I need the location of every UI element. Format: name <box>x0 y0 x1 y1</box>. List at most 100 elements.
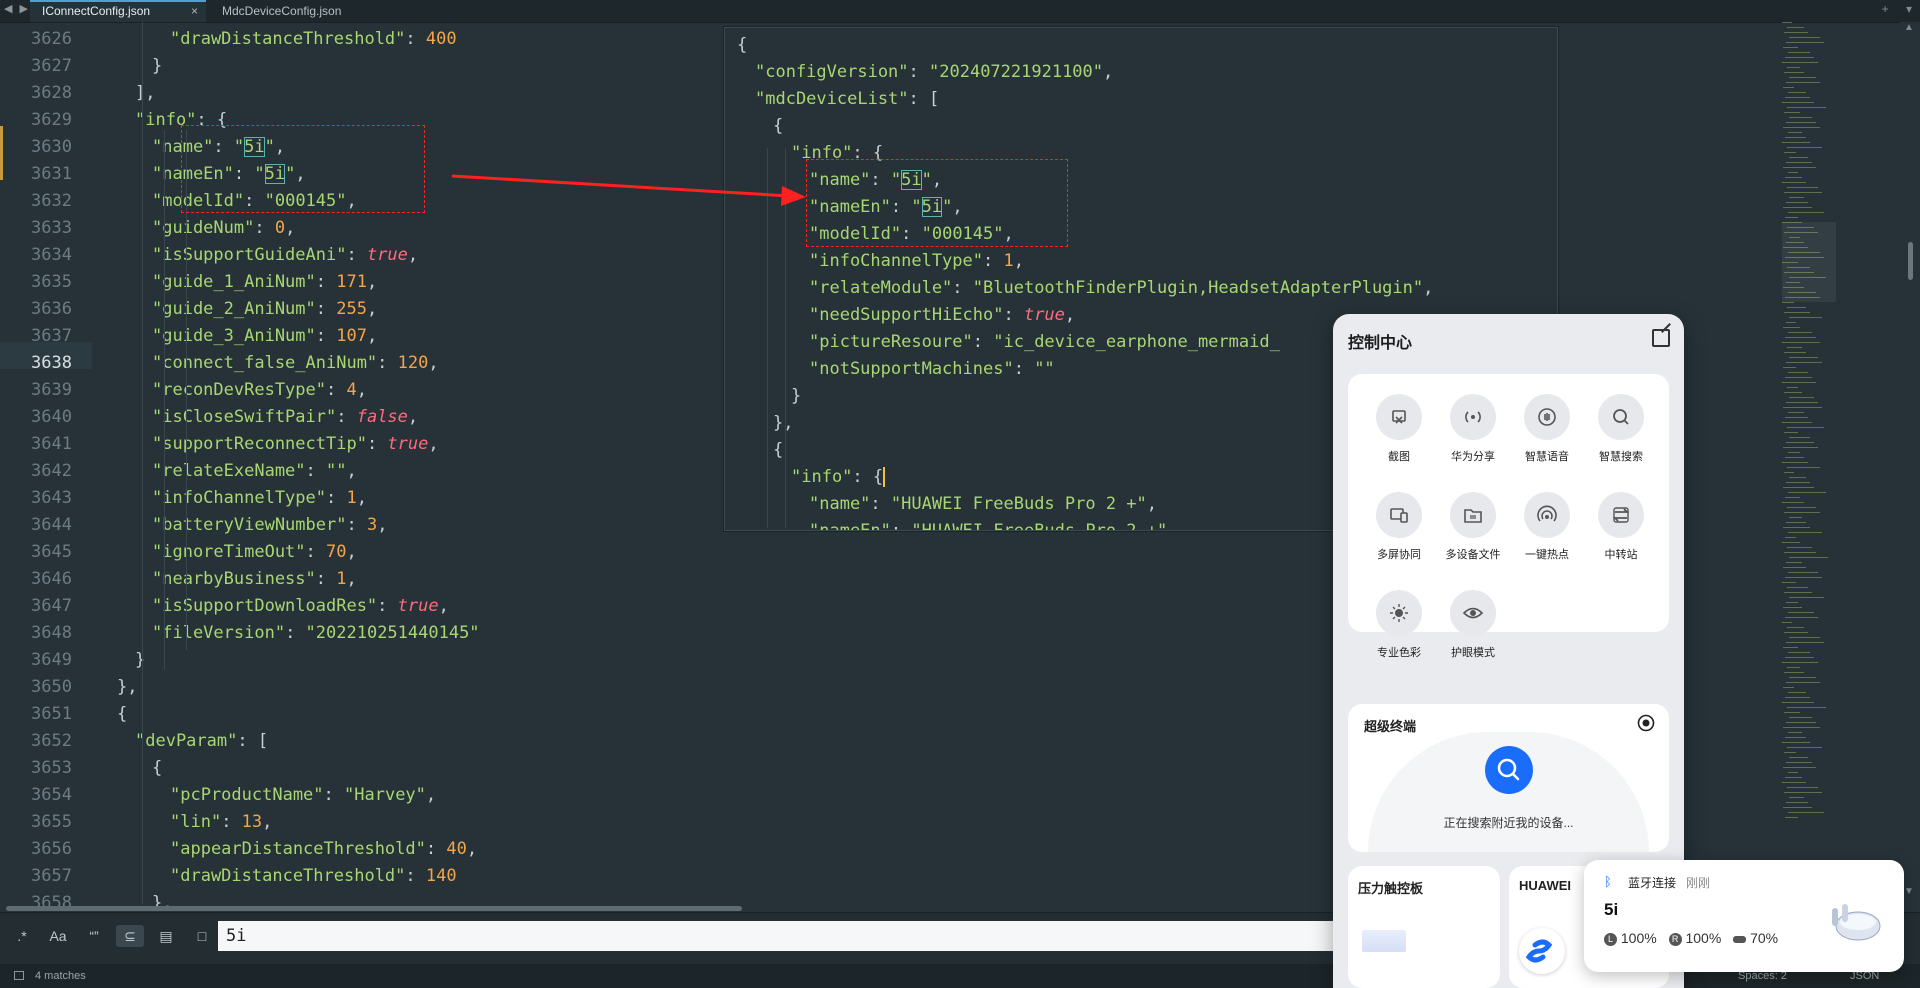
edit-icon[interactable] <box>1652 329 1670 347</box>
share-icon <box>1450 394 1496 440</box>
minimap-line <box>1783 527 1810 528</box>
minimap-line <box>1789 157 1808 158</box>
minimap-line <box>1789 437 1810 438</box>
minimap-line <box>1785 377 1812 378</box>
color-icon <box>1376 590 1422 636</box>
super-terminal-card: 超级终端 正在搜索附近我的设备... <box>1348 704 1669 852</box>
minimap-line <box>1782 702 1814 703</box>
whole-word-toggle[interactable]: “” <box>80 925 108 947</box>
minimap-line <box>1789 77 1816 78</box>
quick-toggle-files[interactable]: 多设备文件 <box>1436 492 1510 562</box>
minimap-line <box>1786 682 1820 683</box>
minimap-line <box>1783 127 1820 128</box>
minimap-line <box>1787 507 1816 508</box>
minimap-line <box>1789 397 1814 398</box>
minimap-line <box>1787 547 1812 548</box>
minimap-line <box>1789 117 1812 118</box>
minimap-line <box>1786 522 1806 523</box>
minimap-line <box>1785 177 1802 178</box>
minimap-line <box>1782 662 1818 663</box>
case-sensitive-toggle[interactable]: Aa <box>44 925 72 947</box>
quick-toggle-label: 截图 <box>1388 451 1410 463</box>
quick-toggle-search[interactable]: 智慧搜索 <box>1584 394 1658 464</box>
minimap-line <box>1782 342 1820 343</box>
quick-toggle-transfer[interactable]: 中转站 <box>1584 492 1658 562</box>
quick-toggle-color[interactable]: 专业色彩 <box>1362 590 1436 660</box>
minimap-line <box>1783 567 1806 568</box>
bluetooth-notification[interactable]: ᛒ 蓝牙连接 刚刚 5i L 100% R 100% 70% <box>1584 860 1904 972</box>
left-earbud-icon: L <box>1604 932 1617 946</box>
minimap-line <box>1784 392 1802 393</box>
quick-toggle-voice[interactable]: 智慧语音 <box>1510 394 1584 464</box>
device-search-button[interactable] <box>1485 746 1533 794</box>
highlight-matches-toggle[interactable]: □ <box>188 925 216 947</box>
minimap-line <box>1784 32 1808 33</box>
minimap-line <box>1783 727 1820 728</box>
minimap-line <box>1782 542 1800 543</box>
minimap-line <box>1787 387 1798 388</box>
minimap-line <box>1786 602 1798 603</box>
minimap-line <box>1788 132 1802 133</box>
minimap-line <box>1783 87 1794 88</box>
quick-toggle-hotspot[interactable]: 一键热点 <box>1510 492 1584 562</box>
multiscreen-icon <box>1376 492 1422 538</box>
minimap[interactable] <box>1782 22 1836 862</box>
minimap-line <box>1788 612 1814 613</box>
minimap-line <box>1787 27 1804 28</box>
right-earbud-icon: R <box>1668 932 1682 946</box>
wrap-toggle[interactable]: ⊆ <box>116 925 144 947</box>
minimap-line <box>1786 162 1812 163</box>
minimap-line <box>1785 777 1802 778</box>
quick-toggle-eye[interactable]: 护眼模式 <box>1436 590 1510 660</box>
case-battery: 70% <box>1750 930 1779 946</box>
minimap-line <box>1788 332 1812 333</box>
minimap-line <box>1789 477 1806 478</box>
minimap-line <box>1784 672 1804 673</box>
minimap-line <box>1785 737 1806 738</box>
minimap-line <box>1786 322 1796 323</box>
minimap-line <box>1782 142 1810 143</box>
quick-toggle-share[interactable]: 华为分享 <box>1436 394 1510 464</box>
minimap-line <box>1786 442 1814 443</box>
search-icon <box>1598 394 1644 440</box>
minimap-line <box>1783 607 1802 608</box>
minimap-line <box>1788 492 1826 493</box>
minimap-line <box>1782 302 1794 303</box>
quick-toggle-screenshot[interactable]: 截图 <box>1362 394 1436 464</box>
panel-icon[interactable] <box>14 971 24 980</box>
minimap-line <box>1785 657 1814 658</box>
minimap-line <box>1785 817 1798 818</box>
find-input[interactable]: 5i <box>218 921 1338 951</box>
scroll-up-icon[interactable]: ▲ <box>1904 22 1914 33</box>
minimap-line <box>1789 717 1812 718</box>
minimap-line <box>1788 452 1800 453</box>
minimap-line <box>1785 617 1818 618</box>
quick-toggle-multiscreen[interactable]: 多屏协同 <box>1362 492 1436 562</box>
minimap-line <box>1782 622 1792 623</box>
eye-icon <box>1450 590 1496 636</box>
minimap-viewport[interactable] <box>1782 222 1836 302</box>
pressure-touchpad-card[interactable]: 压力触控板 <box>1348 866 1500 988</box>
scroll-down-icon[interactable]: ▼ <box>1904 886 1914 897</box>
minimap-line <box>1784 632 1808 633</box>
huawei-share-logo-icon <box>1519 928 1565 974</box>
quick-toggle-label: 多设备文件 <box>1445 549 1501 561</box>
quick-toggle-label: 华为分享 <box>1451 451 1495 463</box>
horizontal-scrollbar[interactable] <box>0 904 1440 912</box>
touchpad-icon <box>1362 930 1406 952</box>
minimap-line <box>1784 72 1804 73</box>
minimap-line <box>1787 347 1802 348</box>
vertical-scrollbar[interactable]: ▲ ▼ <box>1900 22 1920 902</box>
target-icon[interactable] <box>1637 714 1655 732</box>
transfer-icon <box>1598 492 1644 538</box>
quick-toggles-card: 截图 华为分享 智慧语音 智慧搜索多屏协同 多设备文件 一键热点 中转站专业色彩 护眼模式 <box>1348 374 1669 659</box>
regex-toggle[interactable]: .* <box>8 925 36 947</box>
minimap-line <box>1782 462 1808 463</box>
scrollbar-thumb[interactable] <box>6 906 742 911</box>
huawei-device-title: HUAWEI <box>1519 878 1571 893</box>
in-selection-toggle[interactable]: ▤ <box>152 925 180 947</box>
minimap-line <box>1786 82 1820 83</box>
minimap-line <box>1783 687 1794 688</box>
match-count: 4 matches <box>35 970 86 982</box>
scrollbar-thumb[interactable] <box>1908 242 1913 280</box>
